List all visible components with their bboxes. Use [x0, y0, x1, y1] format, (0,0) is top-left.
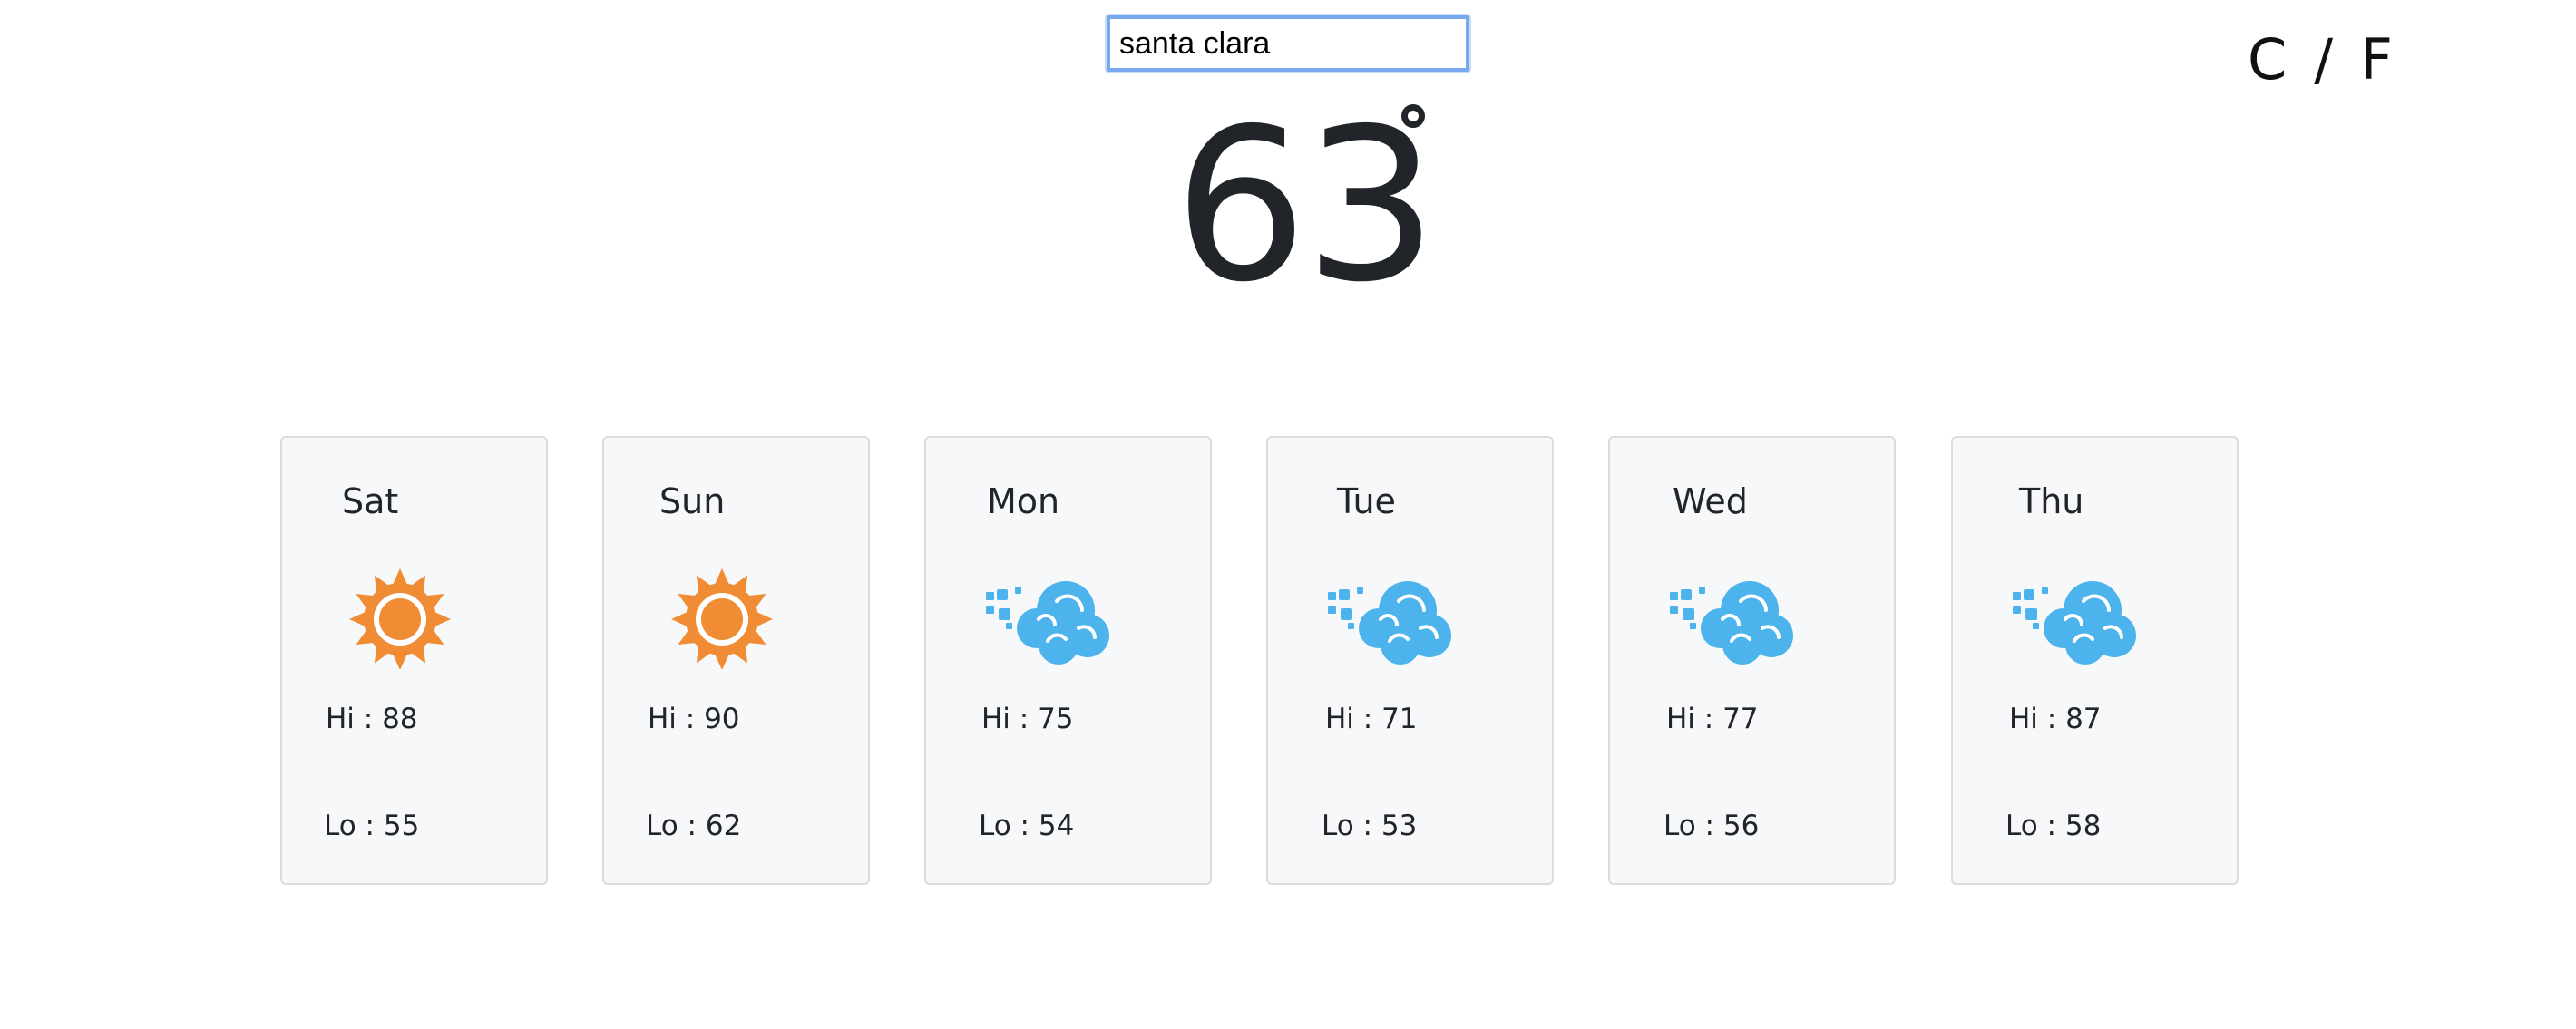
forecast-lo: Lo : 53: [1322, 810, 1418, 842]
forecast-hi: Hi : 87: [2009, 703, 2102, 735]
forecast-lo: Lo : 56: [1664, 810, 1760, 842]
forecast-card-wed: Wed Hi : 77 Lo : 56: [1608, 436, 1896, 885]
windy-cloud-icon: [986, 581, 1109, 665]
city-search-input[interactable]: [1107, 15, 1469, 72]
windy-cloud-icon: [1670, 581, 1793, 665]
forecast-hi: Hi : 88: [326, 703, 418, 735]
forecast-day: Tue: [1337, 481, 1396, 521]
forecast-card-sun: Sun Hi : 90 Lo : 62: [602, 436, 870, 885]
forecast-day: Thu: [2019, 481, 2084, 521]
current-temperature: 63: [1174, 83, 1438, 328]
windy-cloud-icon: [2013, 581, 2136, 665]
forecast-card-sat: Sat Hi : 88 Lo : 55: [280, 436, 548, 885]
forecast-lo: Lo : 55: [324, 810, 420, 842]
fahrenheit-toggle[interactable]: F: [2360, 26, 2393, 92]
forecast-day: Sun: [659, 481, 726, 521]
forecast-hi: Hi : 90: [648, 703, 740, 735]
forecast-hi: Hi : 75: [981, 703, 1074, 735]
weather-app: C / F 63 Sat Hi :: [0, 0, 2576, 1029]
forecast-lo: Lo : 54: [979, 810, 1075, 842]
unit-toggle: C / F: [2248, 20, 2393, 98]
celsius-toggle[interactable]: C: [2248, 26, 2287, 92]
forecast-day: Wed: [1673, 481, 1748, 521]
forecast-day: Sat: [342, 481, 399, 521]
forecast-day: Mon: [987, 481, 1060, 521]
forecast-lo: Lo : 62: [646, 810, 742, 842]
forecast-lo: Lo : 58: [2005, 810, 2102, 842]
sun-icon: [671, 568, 773, 670]
forecast-card-tue: Tue Hi : 71 Lo : 53: [1266, 436, 1554, 885]
degree-symbol-icon: [1401, 104, 1425, 128]
forecast-card-mon: Mon Hi : 75 Lo : 54: [924, 436, 1212, 885]
forecast-hi: Hi : 77: [1666, 703, 1759, 735]
windy-cloud-icon: [1328, 581, 1451, 665]
unit-separator: /: [2314, 25, 2334, 92]
forecast-hi: Hi : 71: [1325, 703, 1418, 735]
sun-icon: [349, 568, 451, 670]
forecast-card-thu: Thu Hi : 87 Lo : 58: [1951, 436, 2239, 885]
